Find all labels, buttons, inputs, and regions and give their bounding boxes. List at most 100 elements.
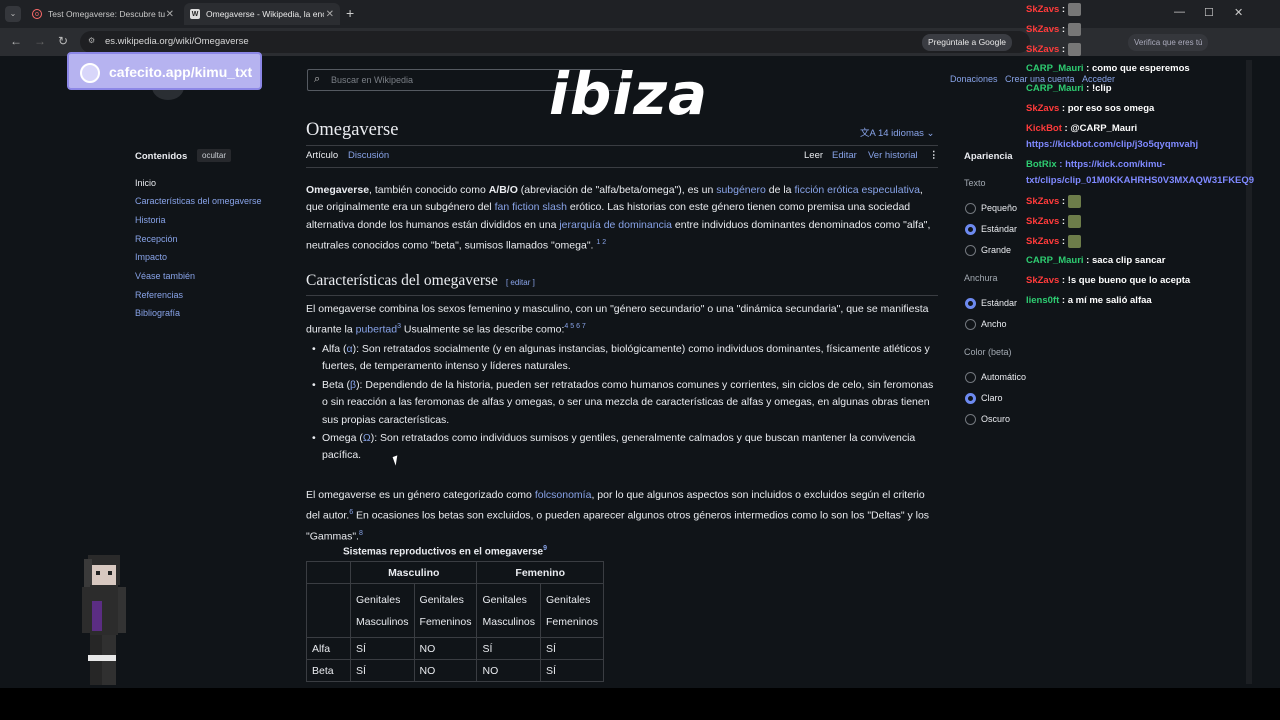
toc-item[interactable]: Recepción: [135, 234, 178, 244]
radio-label: Pequeño: [981, 203, 1018, 213]
toc-item[interactable]: Inicio: [135, 178, 156, 188]
address-bar[interactable]: ⚙ es.wikipedia.org/wiki/Omegaverse: [80, 31, 1030, 53]
chat-username[interactable]: SkZavs: [1026, 44, 1059, 55]
chat-username[interactable]: SkZavs: [1026, 216, 1059, 227]
text: Omega (: [322, 432, 363, 445]
new-tab-button[interactable]: +: [346, 5, 354, 21]
chat-emote-icon: [1068, 215, 1082, 228]
close-tab-icon[interactable]: ✕: [326, 9, 334, 20]
chat-text: : a mí me salió alfaa: [1059, 295, 1152, 306]
tab-read[interactable]: Leer: [804, 150, 823, 161]
browser-tab-active[interactable]: W Omegaverse - Wikipedia, la enc ✕: [184, 3, 340, 25]
tab-edit[interactable]: Editar: [832, 150, 857, 161]
reference-link[interactable]: 1 2: [596, 239, 606, 246]
link-subgenero[interactable]: subgénero: [716, 184, 766, 196]
chat-username[interactable]: SkZavs: [1026, 196, 1059, 207]
toc-item[interactable]: Bibliografía: [135, 308, 180, 318]
close-tab-icon[interactable]: ✕: [166, 9, 174, 20]
chat-username[interactable]: SkZavs: [1026, 4, 1059, 15]
tab-history[interactable]: Ver historial: [868, 150, 918, 161]
chat-username[interactable]: CARP_Mauri: [1026, 63, 1084, 74]
text: , también conocido como: [369, 184, 489, 196]
close-window-icon[interactable]: ✕: [1234, 6, 1243, 19]
chat-username[interactable]: liens0ft: [1026, 295, 1059, 306]
chat-message: txt/clips/clip_01M0KKAHRHS0V3MXAQW31FKEQ…: [1026, 175, 1254, 186]
link-ficcion-erotica[interactable]: ficción erótica especulativa: [794, 184, 919, 196]
radio-text-small[interactable]: [965, 203, 976, 214]
browser-tab[interactable]: o Test Omegaverse: Descubre tu ✕: [26, 3, 180, 25]
chat-link[interactable]: txt/clips/clip_01M0KKAHRHS0V3MXAQW31FKEQ…: [1026, 175, 1254, 186]
toc-item[interactable]: Características del omegaverse: [135, 196, 262, 206]
search-placeholder: Buscar en Wikipedia: [331, 75, 414, 85]
subheader-line: Genitales: [546, 593, 591, 606]
wikipedia-icon: W: [190, 9, 200, 19]
ask-google-button[interactable]: Pregúntale a Google: [922, 34, 1012, 51]
chat-username[interactable]: SkZavs: [1026, 236, 1059, 247]
table-corner-cell: [306, 561, 351, 584]
toc-item[interactable]: Véase también: [135, 271, 195, 281]
tab-discussion[interactable]: Discusión: [348, 150, 389, 161]
screen: { "browser": { "tabs": [ {"label": "Test…: [0, 0, 1280, 720]
radio-color-dark[interactable]: [965, 414, 976, 425]
languages-button[interactable]: 文A 14 idiomas ⌄: [860, 125, 935, 139]
minimize-icon[interactable]: —: [1174, 6, 1185, 18]
subheader-line: Genitales: [356, 593, 401, 606]
toc-item[interactable]: Historia: [135, 215, 166, 225]
toc-item[interactable]: Referencias: [135, 290, 183, 300]
radio-color-auto[interactable]: [965, 372, 976, 383]
tab-list-button[interactable]: ⌄: [5, 6, 21, 22]
chat-emote-icon: [1068, 235, 1082, 248]
text: ): Dependiendo de la historia, pueden se…: [322, 378, 934, 426]
radio-text-standard[interactable]: [965, 224, 976, 235]
site-info-icon[interactable]: ⚙: [88, 36, 98, 46]
table-cell: NO: [413, 637, 478, 660]
chat-username[interactable]: KickBot: [1026, 123, 1062, 134]
appearance-title: Apariencia: [964, 151, 1013, 162]
reload-icon[interactable]: ↻: [58, 34, 68, 48]
toc-title: Contenidos: [135, 151, 188, 162]
back-icon[interactable]: ←: [10, 34, 22, 48]
chat-message: KickBot : @CARP_Mauri: [1026, 123, 1137, 134]
maximize-icon[interactable]: ☐: [1204, 6, 1214, 19]
ibiza-logo: ibiza: [549, 60, 709, 128]
radio-label: Ancho: [981, 319, 1007, 329]
radio-color-light[interactable]: [965, 393, 976, 404]
reference-link[interactable]: 8: [359, 530, 363, 537]
chat-message: CARP_Mauri : como que esperemos: [1026, 63, 1190, 74]
reference-link[interactable]: 9: [543, 545, 547, 552]
translate-icon: 文A: [860, 128, 878, 139]
link-omega[interactable]: Ω: [363, 432, 371, 444]
link-jerarquia[interactable]: jerarquía de dominancia: [559, 219, 672, 231]
chat-message: SkZavs :: [1026, 215, 1082, 228]
text: de la: [765, 184, 795, 196]
chat-username[interactable]: CARP_Mauri: [1026, 255, 1084, 266]
reference-link[interactable]: 4 5 6 7: [564, 323, 585, 330]
chat-username[interactable]: SkZavs: [1026, 24, 1059, 35]
chat-username[interactable]: SkZavs: [1026, 275, 1059, 286]
chat-link[interactable]: https://kickbot.com/clip/j3o5qyqmvahj: [1026, 139, 1198, 150]
link-pubertad[interactable]: pubertad: [356, 324, 397, 336]
radio-text-large[interactable]: [965, 245, 976, 256]
url-text: es.wikipedia.org/wiki/Omegaverse: [105, 36, 249, 47]
title-divider: [306, 145, 938, 146]
scrollbar[interactable]: [1246, 60, 1252, 684]
section-edit-link[interactable]: [ editar ]: [506, 278, 535, 287]
tab-article[interactable]: Artículo: [306, 150, 338, 161]
link-fan-fiction-slash[interactable]: fan fiction slash: [495, 201, 567, 213]
chat-username[interactable]: CARP_Mauri: [1026, 83, 1084, 94]
tab-label: Omegaverse - Wikipedia, la enc: [206, 9, 324, 19]
radio-width-standard[interactable]: [965, 298, 976, 309]
toc-hide-button[interactable]: ocultar: [197, 149, 232, 162]
radio-label: Oscuro: [981, 414, 1011, 424]
verify-button[interactable]: Verifica que eres tú: [1128, 34, 1209, 51]
radio-width-wide[interactable]: [965, 319, 976, 330]
more-options-icon[interactable]: ⋮: [929, 150, 939, 161]
chat-username[interactable]: BotRix: [1026, 159, 1057, 170]
link-folcsonomia[interactable]: folcsonomía: [535, 489, 592, 501]
donate-link[interactable]: Donaciones: [950, 74, 998, 84]
cafecito-banner: cafecito.app/kimu_txt: [67, 52, 262, 90]
toc-item[interactable]: Impacto: [135, 252, 167, 262]
chat-username[interactable]: SkZavs: [1026, 103, 1059, 114]
forward-icon[interactable]: →: [34, 34, 46, 48]
browser-tab-bar: ⌄ o Test Omegaverse: Descubre tu ✕ W Ome…: [0, 0, 1280, 28]
